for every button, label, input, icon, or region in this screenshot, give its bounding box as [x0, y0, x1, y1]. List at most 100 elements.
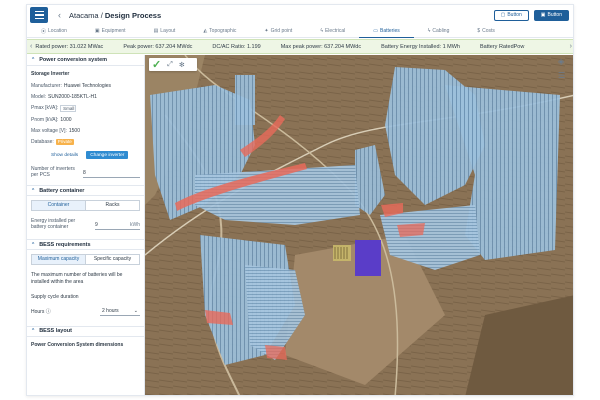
header-outline-button[interactable]: ▢ Button [493, 9, 529, 21]
supply-cycle-label: Supply cycle duration [31, 294, 79, 300]
hours-select[interactable]: 2 hours ⌄ [100, 308, 140, 316]
metric-dc-ac-ratio: DC/AC Ratio: 1.199 [212, 43, 261, 50]
tab-location[interactable]: ⦿ Location [27, 25, 81, 38]
pcs-max-voltage: Max voltage [V]: 1500 [27, 125, 144, 136]
map-toolbar: ✓ ⤢ ✻ [149, 58, 197, 71]
tab-specific-capacity[interactable]: Specific capacity [86, 255, 139, 264]
energy-unit: kWh [130, 222, 140, 228]
breadcrumb-project[interactable]: Atacama [69, 11, 99, 20]
num-inverters-value: 8 [83, 170, 86, 176]
metrics-scroll-right-icon[interactable]: › [566, 43, 573, 50]
energy-field: Energy installed per battery container 9… [27, 215, 144, 233]
map-canvas[interactable] [145, 55, 574, 396]
tab-label: Location [48, 28, 67, 34]
battery-container-block[interactable] [355, 240, 381, 276]
menu-button[interactable] [30, 7, 48, 23]
battery-icon: ▭ [373, 27, 378, 34]
metric-peak-power: Peak power: 637.204 MWdc [123, 43, 193, 50]
kv-label: Pmax [kVA]: [31, 104, 59, 111]
kv-label: Database: [31, 138, 54, 145]
topo-icon: ◭ [203, 28, 208, 34]
metric-max-peak-power: Max peak power: 637.204 MWdc [280, 43, 362, 50]
back-chevron-icon[interactable]: ‹ [58, 10, 61, 20]
energy-input[interactable]: 9 kWh [95, 222, 140, 230]
hours-select-row: Hours ⓘ 2 hours ⌄ [27, 304, 144, 320]
layers-icon[interactable]: ◈ [558, 57, 565, 66]
metrics-scroll-left-icon[interactable]: ‹ [27, 43, 35, 50]
pcs-pmax: Pmax [kVA]: Small [27, 102, 144, 114]
kv-label: Model: [31, 93, 47, 100]
tab-label: Grid point [270, 28, 293, 34]
expand-icon[interactable]: ⤢ [167, 61, 173, 69]
section-title-bess: BESS requirements [39, 241, 91, 248]
tab-equipment[interactable]: ▣ Equipment [81, 25, 140, 38]
header-solid-button[interactable]: ▣ Button [533, 9, 569, 21]
tab-costs[interactable]: $ Costs [463, 25, 509, 38]
pcs-block[interactable] [333, 245, 351, 261]
tab-layout[interactable]: ▤ Layout [140, 25, 190, 38]
collapse-chevron-icon: ⌃ [31, 241, 36, 248]
map-right-tools: ◈ ☰ [558, 57, 565, 80]
tab-electrical[interactable]: ϟ Electrical [306, 25, 359, 38]
section-header-pcs[interactable]: ⌃ Power conversion system [27, 55, 144, 66]
pcs-manufacturer: Manufacturer: Huawei Technologies [27, 80, 144, 91]
bess-description: The maximum number of batteries will be … [31, 272, 123, 285]
kv-value: SUN2000-185KTL-H1 [48, 93, 97, 100]
tab-cabling[interactable]: ϟ Cabling [414, 25, 464, 38]
tab-label: Electrical [324, 28, 346, 34]
settings-icon[interactable]: ✻ [179, 61, 185, 69]
tab-label: Topographic [209, 28, 237, 34]
app-window: ‹ Atacama / Design Process ▢ Button ▣ Butt… [26, 4, 574, 396]
kv-label: Pnom [kVA]: [31, 116, 59, 123]
show-details-button[interactable]: Show details [47, 151, 82, 159]
pv-area-nw-strip[interactable] [235, 75, 255, 125]
check-icon[interactable]: ✓ [152, 58, 161, 71]
list-icon[interactable]: ☰ [558, 71, 565, 80]
chevron-down-icon: ⌄ [133, 307, 138, 314]
tab-topographic[interactable]: ◭ Topographic [189, 25, 250, 38]
metric-battery-rated-power: Battery RatedPow [480, 43, 525, 50]
hours-label: Hours ⓘ [31, 309, 51, 315]
layout-dims-label: Power Conversion System dimensions [31, 341, 124, 348]
pmax-input[interactable]: Small [60, 104, 77, 112]
collapse-chevron-icon: ⌃ [31, 57, 36, 63]
collapse-chevron-icon: ⌃ [31, 187, 36, 194]
energy-label: Energy installed per battery container [31, 218, 76, 230]
kv-value: Huawei Technologies [63, 82, 112, 89]
change-inverter-button[interactable]: Change inverter [86, 151, 129, 159]
tab-container[interactable]: Container [32, 201, 86, 210]
num-inverters-field: Number of inverters per PCS 8 [27, 163, 144, 181]
header-outline-button-label: Button [507, 12, 522, 18]
satellite-map[interactable] [145, 55, 574, 396]
tab-label: Layout [160, 28, 176, 34]
section-header-battery[interactable]: ⌃ Battery container [27, 185, 144, 196]
breadcrumb-page: Design Process [104, 10, 162, 20]
metrics-bar: ‹ Rated power: 31.022 MWac Peak power: 6… [27, 39, 573, 54]
pcs-database: Database: Private [27, 136, 144, 147]
tab-maximum-capacity[interactable]: Maximum capacity [32, 255, 86, 264]
tab-label: Equipment [101, 28, 126, 34]
electrical-icon: ϟ [320, 28, 323, 34]
tab-batteries[interactable]: ▭ Batteries [359, 25, 414, 38]
section-title-layout: BESS layout [39, 328, 72, 334]
button-box-icon: ▣ [540, 12, 546, 18]
database-badge: Private [55, 138, 74, 145]
tab-grid-point[interactable]: ✦ Grid point [250, 25, 306, 38]
section-header-layout[interactable]: ⌃ BESS layout [27, 325, 144, 337]
section-title-battery: Battery container [39, 187, 85, 194]
setback-zone[interactable] [265, 345, 287, 360]
cabling-icon: ϟ [427, 28, 431, 34]
hours-value: 2 hours [102, 307, 119, 314]
tab-label: Costs [482, 28, 495, 34]
setback-zone[interactable] [397, 223, 425, 237]
battery-mode-toggle: Container Racks [31, 200, 140, 211]
num-inverters-input[interactable]: 8 [83, 170, 140, 178]
energy-value: 9 [95, 222, 98, 228]
tab-racks[interactable]: Racks [86, 201, 139, 210]
process-tabs: ⦿ Location ▣ Equipment ▤ Layout ◭ Topographic ✦ G… [27, 25, 573, 38]
kv-value: 1500 [68, 127, 80, 134]
section-title-pcs: Power conversion system [39, 57, 108, 63]
section-header-bess[interactable]: ⌃ BESS requirements [27, 239, 144, 250]
layout-icon: ▤ [153, 28, 159, 34]
tab-label: Cabling [432, 28, 450, 34]
